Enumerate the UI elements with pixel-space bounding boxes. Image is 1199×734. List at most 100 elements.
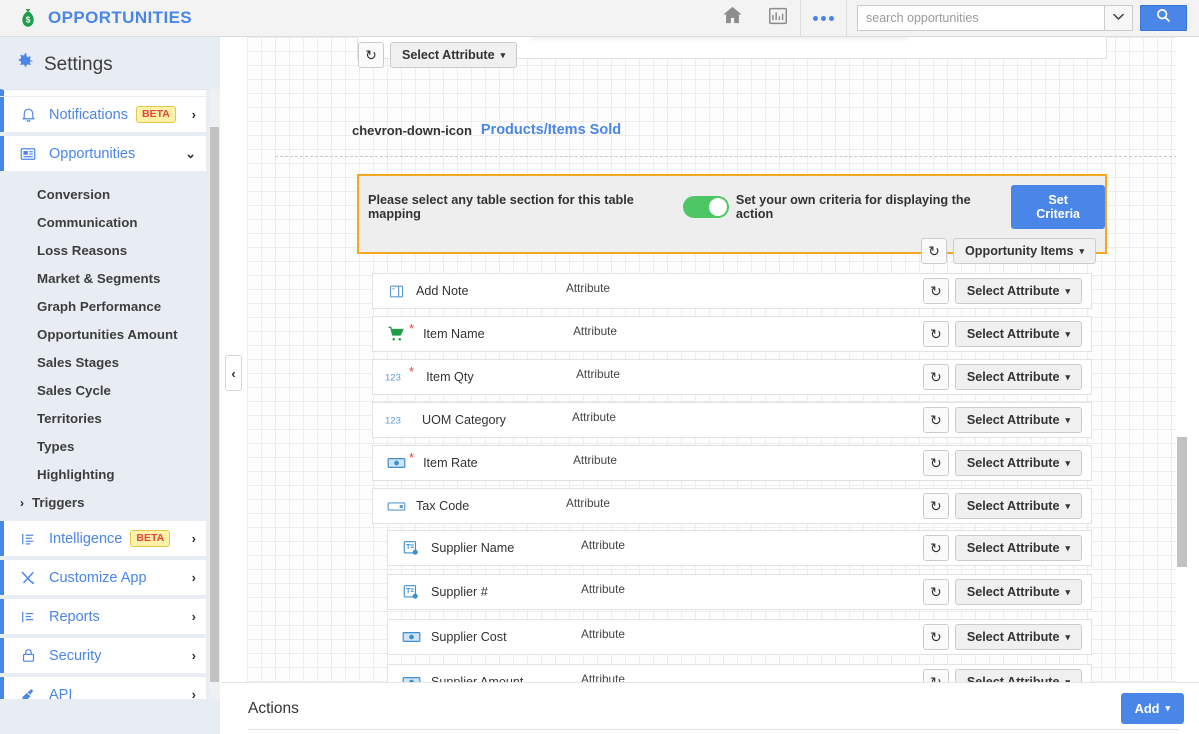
sidebar-item-conversion[interactable]: Conversion: [0, 181, 206, 209]
required-asterisk: *: [409, 450, 415, 465]
table-row[interactable]: Add Note Attribute ↻ Select Attribute ▾: [372, 273, 1092, 309]
table-row[interactable]: Supplier Cost Attribute ↻ Select Attribu…: [387, 619, 1092, 655]
main-scrollbar[interactable]: [1176, 37, 1188, 682]
table-row[interactable]: 123 UOM Category Attribute ↻ Select Attr…: [372, 402, 1092, 438]
row-controls: ↻ Select Attribute ▾: [922, 278, 1091, 304]
sidebar-item-label: Security: [49, 647, 102, 664]
select-attribute-dropdown[interactable]: Select Attribute ▾: [954, 535, 1082, 561]
money-bag-icon: $: [17, 7, 39, 29]
reset-button[interactable]: ↻: [922, 493, 949, 519]
sidebar-item-reports[interactable]: Reports ›: [0, 599, 206, 634]
sidebar-item-territories[interactable]: Territories: [0, 405, 206, 433]
sidebar-item-intelligence[interactable]: Intelligence BETA ›: [0, 521, 206, 556]
svg-text:123: 123: [385, 415, 401, 426]
sidebar-item-api[interactable]: API ›: [0, 677, 206, 699]
select-attribute-dropdown[interactable]: Select Attribute ▾: [954, 321, 1082, 347]
sidebar-item-security[interactable]: Security ›: [0, 638, 206, 673]
search-input[interactable]: [857, 5, 1104, 31]
brand-title: OPPORTUNITIES: [48, 8, 193, 27]
table-row[interactable]: T Supplier Name Attribute ↻ Select Attri…: [387, 530, 1092, 566]
required-asterisk: *: [409, 321, 415, 336]
select-attribute-dropdown[interactable]: Select Attribute ▾: [954, 624, 1082, 650]
analytics-button[interactable]: [755, 0, 800, 37]
sidebar-item-customize-app[interactable]: Customize App ›: [0, 560, 206, 595]
criteria-row-top: Please select any table section for this…: [359, 176, 1105, 229]
sidebar-item-graph-performance[interactable]: Graph Performance: [0, 293, 206, 321]
sidebar-scrollbar[interactable]: [209, 89, 220, 699]
select-attribute-dropdown[interactable]: Select Attribute ▾: [954, 450, 1082, 476]
tag-icon: [385, 500, 407, 513]
select-attribute-dropdown[interactable]: Select Attribute ▾: [954, 493, 1082, 519]
table-section-dropdown[interactable]: Opportunity Items ▾: [953, 238, 1096, 264]
money-icon: [385, 456, 407, 470]
sidebar-item-label: Intelligence: [49, 530, 123, 547]
reset-button[interactable]: ↻: [922, 669, 949, 682]
select-attribute-dropdown[interactable]: Select Attribute ▾: [954, 407, 1082, 433]
sidebar-item-loss-reasons[interactable]: Loss Reasons: [0, 237, 206, 265]
home-button[interactable]: [710, 0, 755, 37]
sidebar-item-market-segments[interactable]: Market & Segments: [0, 265, 206, 293]
select-attribute-label: Select Attribute: [966, 370, 1060, 384]
criteria-left-text: Please select any table section for this…: [368, 193, 634, 221]
sidebar-top-strip: [0, 89, 206, 96]
select-attribute-dropdown[interactable]: Select Attribute ▾: [954, 579, 1082, 605]
sidebar-item-highlighting[interactable]: Highlighting: [0, 461, 206, 489]
table-row[interactable]: 123 * Item Qty Attribute ↻ Select Attrib…: [372, 359, 1092, 395]
table-row[interactable]: Tax Code Attribute ↻ Select Attribute ▾: [372, 488, 1092, 524]
reset-button[interactable]: ↻: [358, 42, 384, 68]
section-title: Products/Items Sold: [480, 122, 622, 138]
table-row[interactable]: * Item Name Attribute ↻ Select Attribute…: [372, 316, 1092, 352]
select-attribute-dropdown[interactable]: Select Attribute ▾: [954, 669, 1082, 682]
reset-button[interactable]: ↻: [922, 278, 949, 304]
criteria-reset-button[interactable]: ↻: [921, 238, 948, 264]
list-lines-icon: [18, 530, 38, 548]
section-header-products-items-sold[interactable]: chevron-down-icon Products/Items Sold: [352, 122, 621, 138]
table-row[interactable]: ↻ Select Attribute ▾: [357, 37, 1107, 68]
reset-button[interactable]: ↻: [922, 321, 949, 347]
reset-button[interactable]: ↻: [922, 450, 949, 476]
reset-button[interactable]: ↻: [922, 579, 949, 605]
caret-down-icon: ▾: [1079, 245, 1084, 256]
select-attribute-dropdown[interactable]: Select Attribute ▾: [390, 42, 518, 68]
sidebar-scrollbar-thumb[interactable]: [210, 127, 219, 682]
sidebar-item-sales-cycle[interactable]: Sales Cycle: [0, 377, 206, 405]
sidebar-item-sales-stages[interactable]: Sales Stages: [0, 349, 206, 377]
select-attribute-label: Select Attribute: [966, 284, 1060, 298]
sidebar-item-triggers[interactable]: › Triggers: [0, 489, 206, 517]
sidebar-item-communication[interactable]: Communication: [0, 209, 206, 237]
table-row[interactable]: * Item Rate Attribute ↻ Select Attribute…: [372, 445, 1092, 481]
reset-button[interactable]: ↻: [922, 624, 949, 650]
sidebar-item-opportunities-amount[interactable]: Opportunities Amount: [0, 321, 206, 349]
row-controls: ↻ Select Attribute ▾: [922, 364, 1091, 390]
svg-text:T: T: [406, 587, 411, 595]
table-row[interactable]: T Supplier # Attribute ↻ Select Attribut…: [387, 574, 1092, 610]
sidebar-item-types[interactable]: Types: [0, 433, 206, 461]
reset-button[interactable]: ↻: [922, 407, 949, 433]
attribute-type: Attribute: [581, 538, 625, 552]
search-scope-dropdown[interactable]: [1104, 5, 1133, 31]
search-button[interactable]: [1140, 5, 1187, 31]
sidebar-sublist-opportunities: Conversion Communication Loss Reasons Ma…: [0, 171, 206, 521]
add-action-button[interactable]: Add ▾: [1120, 693, 1184, 724]
number-123-icon: 123: [385, 370, 407, 384]
reset-button[interactable]: ↻: [922, 535, 949, 561]
attribute-name: Add Note: [416, 284, 469, 298]
sidebar-item-opportunities[interactable]: Opportunities ⌄: [0, 136, 206, 171]
select-attribute-dropdown[interactable]: Select Attribute ▾: [954, 278, 1082, 304]
attribute-type: Attribute: [566, 281, 610, 295]
brand[interactable]: $ OPPORTUNITIES: [17, 7, 192, 29]
criteria-toggle[interactable]: [682, 196, 729, 218]
select-attribute-dropdown[interactable]: Select Attribute ▾: [954, 364, 1082, 390]
main-scrollbar-thumb[interactable]: [1177, 437, 1187, 567]
reset-button[interactable]: ↻: [922, 364, 949, 390]
attribute-name: Supplier #: [431, 585, 488, 599]
more-menu-button[interactable]: [801, 0, 846, 37]
actions-title: Actions: [248, 699, 299, 717]
chevron-right-icon: ›: [191, 107, 196, 122]
settings-header: Settings: [0, 37, 220, 89]
table-row[interactable]: Supplier Amount Attribute ↻ Select Attri…: [387, 664, 1092, 682]
main-content: ↻ Select Attribute ▾ chevron-down-icon P…: [220, 37, 1199, 734]
sidebar-collapse-handle[interactable]: ‹: [225, 355, 242, 391]
set-criteria-button[interactable]: Set Criteria: [1011, 185, 1105, 229]
sidebar-item-notifications[interactable]: Notifications BETA ›: [0, 97, 206, 132]
